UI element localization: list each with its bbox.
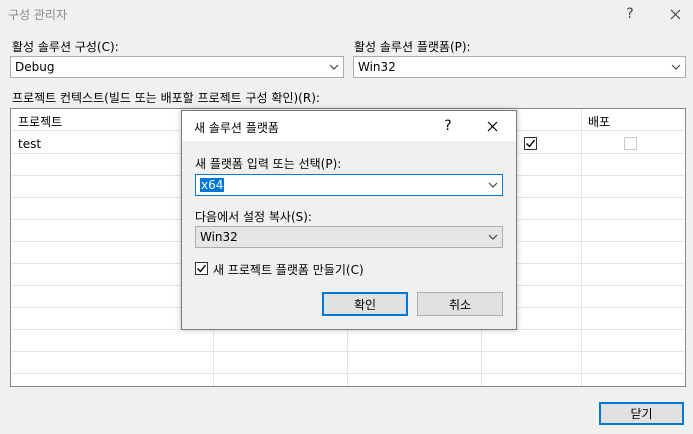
checkmark-icon <box>197 264 207 273</box>
project-name-cell: test <box>18 137 42 151</box>
deploy-checkbox[interactable] <box>624 137 637 150</box>
chevron-down-icon <box>667 57 685 77</box>
close-icon <box>670 9 680 19</box>
column-header-project[interactable]: 프로젝트 <box>18 113 62 130</box>
active-platform-label: 활성 솔루션 플랫폼(P): <box>354 40 471 54</box>
window-title: 구성 관리자 <box>8 8 68 22</box>
chevron-down-icon <box>325 57 343 77</box>
active-platform-value: Win32 <box>358 60 396 74</box>
chevron-down-icon <box>484 227 502 247</box>
active-platform-select[interactable]: Win32 <box>353 56 686 78</box>
project-contexts-label: 프로젝트 컨텍스트(빌드 또는 배포할 프로젝트 구성 확인)(R): <box>12 91 320 105</box>
active-config-label: 활성 솔루션 구성(C): <box>12 40 119 54</box>
checkmark-icon <box>526 139 536 148</box>
create-project-platform-label[interactable]: 새 프로젝트 플랫폼 만들기(C) <box>213 261 364 278</box>
new-platform-combobox[interactable]: x64 <box>195 174 503 196</box>
dialog-title: 새 솔루션 플랫폼 <box>194 121 279 135</box>
build-checkbox[interactable] <box>524 137 537 150</box>
cancel-button[interactable]: 취소 <box>417 292 503 316</box>
ok-button[interactable]: 확인 <box>322 292 408 316</box>
close-window-button[interactable] <box>661 2 689 26</box>
copy-settings-value: Win32 <box>200 230 238 244</box>
copy-settings-select[interactable]: Win32 <box>195 226 503 248</box>
help-button[interactable]: ? <box>616 2 644 26</box>
dialog-titlebar: 새 솔루션 플랫폼 ? <box>182 111 516 141</box>
dialog-help-button[interactable]: ? <box>434 114 462 138</box>
new-platform-value: x64 <box>200 178 225 192</box>
chevron-down-icon[interactable] <box>484 175 502 195</box>
active-config-select[interactable]: Debug <box>10 56 344 78</box>
new-solution-platform-dialog: 새 솔루션 플랫폼 ? 새 플랫폼 입력 또는 선택(P): x64 다음에서 … <box>181 110 517 330</box>
copy-settings-label: 다음에서 설정 복사(S): <box>195 210 312 224</box>
active-config-value: Debug <box>15 60 55 74</box>
new-platform-label: 새 플랫폼 입력 또는 선택(P): <box>195 157 342 171</box>
column-header-deploy[interactable]: 배포 <box>588 113 610 130</box>
close-button[interactable]: 닫기 <box>599 402 684 425</box>
create-project-platform-checkbox[interactable] <box>195 262 208 275</box>
close-icon <box>487 121 497 131</box>
dialog-close-button[interactable] <box>478 114 506 138</box>
